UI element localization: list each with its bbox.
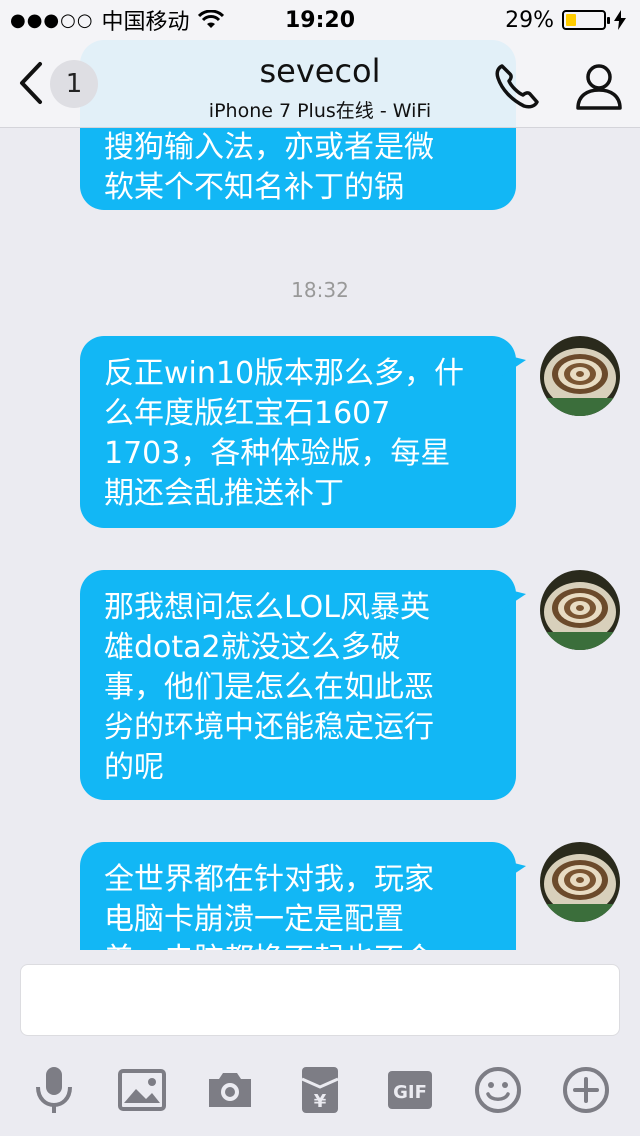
chat-header: 1 sevecol iPhone 7 Plus在线 - WiFi [0,40,640,128]
avatar[interactable] [540,570,620,650]
online-status: iPhone 7 Plus在线 - WiFi [208,100,432,122]
message-text: 那我想问怎么LOL风暴英 雄dota2就没这么多破 事，他们是怎么在如此恶 劣的… [104,590,434,785]
microphone-icon [36,1067,72,1113]
plus-icon [563,1067,609,1113]
camera-button[interactable] [200,1060,260,1120]
charging-icon [614,10,626,30]
message-text: 全世界都在针对我，玩家 电脑卡崩溃一定是配置 差，电脑都换不起也不会 [104,862,434,950]
status-right: 29% [505,8,626,33]
coffee-avatar-icon [540,842,620,922]
bubble-tail-icon [502,588,526,610]
message-input[interactable] [20,964,620,1036]
image-button[interactable] [112,1060,172,1120]
emoji-button[interactable] [468,1060,528,1120]
status-left: ●●●○○ 中国移动 [10,4,224,36]
red-packet-button[interactable]: ¥ [290,1060,350,1120]
wifi-icon [197,10,224,28]
signal-icon: ●●●○○ [10,9,94,31]
bubble-tail-icon [502,354,526,376]
coffee-avatar-icon [540,336,620,416]
gif-icon: GIF [388,1071,432,1109]
message-text: 反正win10版本那么多，什 么年度版红宝石1607 1703，各种体验版，每星… [104,356,465,511]
battery-level [566,14,577,26]
message-text: 搜狗输入法，亦或者是微 软某个不知名补丁的锅 [104,130,434,205]
chat-area[interactable]: 搜狗输入法，亦或者是微 软某个不知名补丁的锅 18:32 反正win10版本那么… [0,0,640,950]
coffee-avatar-icon [540,570,620,650]
status-bar: ●●●○○ 中国移动 19:20 29% [0,0,640,40]
carrier-label: 中国移动 [101,10,190,35]
message-bubble[interactable]: 反正win10版本那么多，什 么年度版红宝石1607 1703，各种体验版，每星… [80,336,526,528]
svg-text:GIF: GIF [393,1082,427,1103]
page-title: sevecol [259,52,381,90]
gif-button[interactable]: GIF [380,1060,440,1120]
camera-icon [209,1073,251,1107]
svg-text:¥: ¥ [314,1091,327,1112]
message-bubble[interactable]: 全世界都在针对我，玩家 电脑卡崩溃一定是配置 差，电脑都换不起也不会 [80,842,526,950]
input-toolbar: ¥ GIF [0,1060,640,1120]
avatar[interactable] [540,336,620,416]
microphone-button[interactable] [24,1060,84,1120]
battery-icon [562,10,610,30]
image-icon [118,1069,166,1111]
message-bubble[interactable]: 那我想问怎么LOL风暴英 雄dota2就没这么多破 事，他们是怎么在如此恶 劣的… [80,570,526,800]
bubble-tail-icon [502,860,526,882]
more-button[interactable] [556,1060,616,1120]
emoji-icon [475,1067,521,1113]
input-area: ¥ GIF [0,950,640,1136]
profile-icon[interactable] [572,60,626,114]
avatar[interactable] [540,842,620,922]
phone-call-icon[interactable] [490,60,544,114]
battery-percent: 29% [505,7,554,33]
red-packet-icon: ¥ [301,1067,339,1113]
timestamp: 18:32 [291,278,349,302]
